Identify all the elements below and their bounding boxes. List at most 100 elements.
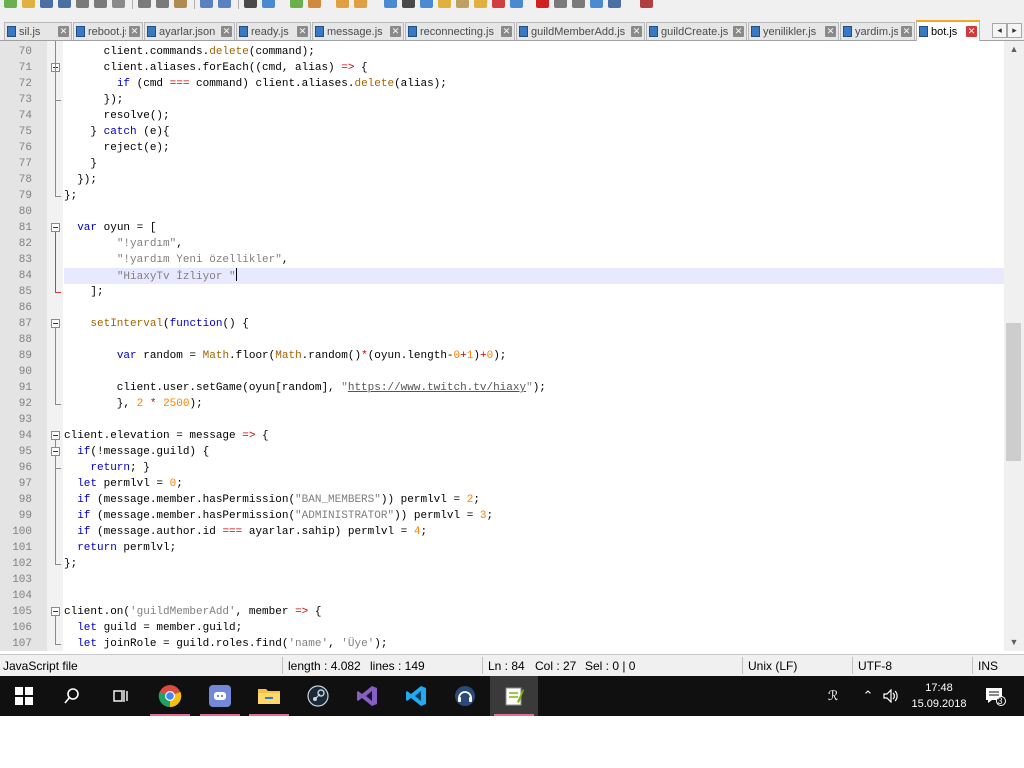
notepad-plus-plus-taskbar-button[interactable] — [490, 676, 538, 716]
fold-toggle-icon[interactable] — [51, 607, 60, 616]
replace-icon[interactable] — [262, 0, 275, 8]
code-line[interactable]: 79}; — [0, 188, 1004, 204]
code-line[interactable]: 95 if(!message.guild) { — [0, 444, 1004, 460]
tab-scroll-left-button[interactable]: ◂ — [992, 23, 1007, 38]
undo-icon[interactable] — [200, 0, 213, 8]
code-editor[interactable]: 70 client.commands.delete(command); 71 cl… — [0, 41, 1024, 651]
function-list-icon[interactable] — [474, 0, 487, 8]
code-line[interactable]: 97 let permlvl = 0; — [0, 476, 1004, 492]
fold-toggle-icon[interactable] — [51, 223, 60, 232]
code-line[interactable]: 105 client.on('guildMemberAdd', member =>… — [0, 604, 1004, 620]
start-button[interactable] — [0, 676, 48, 716]
indent-guide-icon[interactable] — [420, 0, 433, 8]
close-tab-icon[interactable]: ✕ — [58, 26, 69, 37]
volume-button[interactable] — [880, 676, 902, 716]
abc-spellcheck-icon[interactable] — [640, 0, 653, 8]
search-button[interactable] — [48, 676, 96, 716]
monitor-icon[interactable] — [510, 0, 523, 8]
paste-icon[interactable] — [174, 0, 187, 8]
insert-mode-label[interactable]: INS — [978, 659, 998, 673]
code-line[interactable]: 86 — [0, 300, 1004, 316]
copy-icon[interactable] — [156, 0, 169, 8]
tab-scroll-right-button[interactable]: ▸ — [1007, 23, 1022, 38]
code-line[interactable]: 103 — [0, 572, 1004, 588]
code-line[interactable]: 100 if (message.author.id === ayarlar.sa… — [0, 524, 1004, 540]
tab-ready-js[interactable]: ready.js ✕ — [236, 22, 311, 40]
tab-yardim-js[interactable]: yardim.js ✕ — [840, 22, 915, 40]
tab-reconnecting-js[interactable]: reconnecting.js ✕ — [405, 22, 515, 40]
code-line[interactable]: 78 }); — [0, 172, 1004, 188]
tab-sil-js[interactable]: sil.js ✕ — [4, 22, 72, 40]
teamspeak-taskbar-button[interactable] — [441, 676, 489, 716]
code-line[interactable]: 99 if (message.member.hasPermission("ADM… — [0, 508, 1004, 524]
code-line[interactable]: 80 — [0, 204, 1004, 220]
redo-icon[interactable] — [218, 0, 231, 8]
code-line[interactable]: 102}; — [0, 556, 1004, 572]
find-icon[interactable] — [244, 0, 257, 8]
code-line[interactable]: 90 — [0, 364, 1004, 380]
visual-studio-taskbar-button[interactable] — [343, 676, 391, 716]
code-line[interactable]: 89 var random = Math.floor(Math.random()… — [0, 348, 1004, 364]
close-icon[interactable] — [76, 0, 89, 8]
tab-reboot-js[interactable]: reboot.js ✕ — [73, 22, 143, 40]
code-line[interactable]: 84 "HiaxyTv İzliyor " — [0, 268, 1004, 284]
close-tab-icon[interactable]: ✕ — [966, 26, 977, 37]
scrollbar-thumb[interactable] — [1006, 322, 1021, 462]
task-view-button[interactable] — [96, 676, 144, 716]
eol-format-label[interactable]: Unix (LF) — [748, 659, 797, 673]
close-tab-icon[interactable]: ✕ — [297, 26, 308, 37]
close-tab-icon[interactable]: ✕ — [901, 26, 912, 37]
close-tab-icon[interactable]: ✕ — [390, 26, 401, 37]
tab-ayarlar-json[interactable]: ayarlar.json ✕ — [144, 22, 235, 40]
encoding-label[interactable]: UTF-8 — [858, 659, 892, 673]
fold-toggle-icon[interactable] — [51, 431, 60, 440]
save-all-icon[interactable] — [58, 0, 71, 8]
tab-yenilikler-js[interactable]: yenilikler.js ✕ — [748, 22, 839, 40]
code-line[interactable]: 107 let joinRole = guild.roles.find('nam… — [0, 636, 1004, 651]
code-line[interactable]: 71 client.aliases.forEach((cmd, alias) =… — [0, 60, 1004, 76]
scroll-up-button[interactable]: ▲ — [1004, 41, 1024, 58]
close-tab-icon[interactable]: ✕ — [733, 26, 744, 37]
code-line[interactable]: 106 let guild = member.guild; — [0, 620, 1004, 636]
close-tab-icon[interactable]: ✕ — [501, 26, 512, 37]
code-line[interactable]: 91 client.user.setGame(oyun[random], "ht… — [0, 380, 1004, 396]
tab-bot-js[interactable]: bot.js ✕ — [916, 20, 980, 41]
code-line[interactable]: 70 client.commands.delete(command); — [0, 44, 1004, 60]
close-tab-icon[interactable]: ✕ — [129, 26, 140, 37]
code-line[interactable]: 72 if (cmd === command) client.aliases.d… — [0, 76, 1004, 92]
play-icon[interactable] — [572, 0, 585, 8]
save-macro-icon[interactable] — [608, 0, 621, 8]
code-line[interactable]: 77 } — [0, 156, 1004, 172]
vscode-taskbar-button[interactable] — [392, 676, 440, 716]
save-icon[interactable] — [40, 0, 53, 8]
code-line[interactable]: 104 — [0, 588, 1004, 604]
system-clock[interactable]: 17:48 15.09.2018 — [900, 676, 978, 716]
print-icon[interactable] — [112, 0, 125, 8]
code-line[interactable]: 101 return permlvl; — [0, 540, 1004, 556]
code-line[interactable]: 88 — [0, 332, 1004, 348]
code-line[interactable]: 81 var oyun = [ — [0, 220, 1004, 236]
code-line[interactable]: 98 if (message.member.hasPermission("BAN… — [0, 492, 1004, 508]
code-line[interactable]: 85 ]; — [0, 284, 1004, 300]
code-line[interactable]: 94 client.elevation = message => { — [0, 428, 1004, 444]
action-center-button[interactable]: 3 — [980, 676, 1010, 716]
code-line[interactable]: 74 resolve(); — [0, 108, 1004, 124]
record-icon[interactable] — [536, 0, 549, 8]
chrome-taskbar-button[interactable] — [146, 676, 194, 716]
steam-taskbar-button[interactable] — [294, 676, 342, 716]
code-line[interactable]: 76 reject(e); — [0, 140, 1004, 156]
new-file-icon[interactable] — [4, 0, 17, 8]
code-line[interactable]: 92 }, 2 * 2500); — [0, 396, 1004, 412]
vertical-scrollbar[interactable]: ▲ ▼ — [1004, 41, 1024, 651]
doc-map-icon[interactable] — [456, 0, 469, 8]
zoom-in-icon[interactable] — [290, 0, 303, 8]
stop-icon[interactable] — [554, 0, 567, 8]
lang-icon[interactable] — [438, 0, 451, 8]
close-all-icon[interactable] — [94, 0, 107, 8]
folder-workspace-icon[interactable] — [492, 0, 505, 8]
cut-icon[interactable] — [138, 0, 151, 8]
code-line[interactable]: 82 "!yardım", — [0, 236, 1004, 252]
fold-toggle-icon[interactable] — [51, 447, 60, 456]
show-hidden-icons-button[interactable]: ⌃ — [858, 676, 878, 716]
fold-toggle-icon[interactable] — [51, 319, 60, 328]
